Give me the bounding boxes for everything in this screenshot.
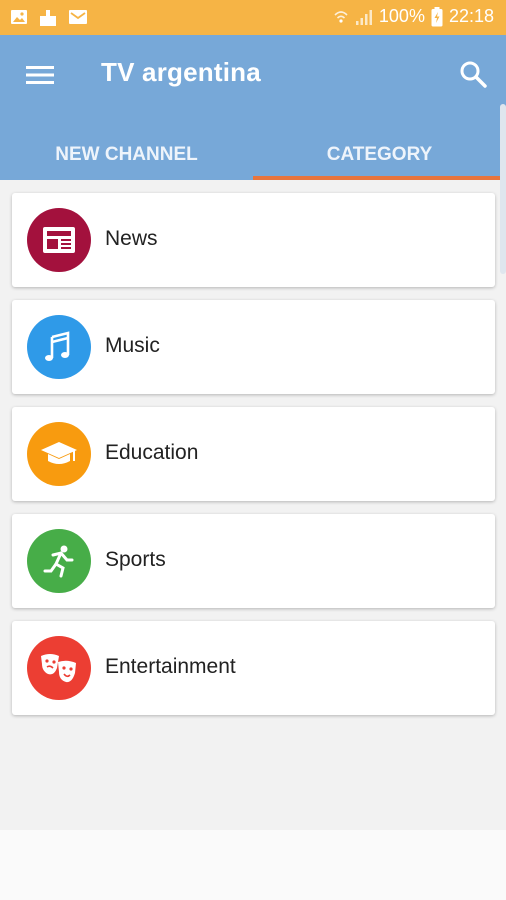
search-button[interactable] xyxy=(458,59,488,89)
category-label: Education xyxy=(105,441,199,464)
tab-new-channel[interactable]: NEW CHANNEL xyxy=(0,129,253,180)
signal-icon xyxy=(355,9,372,25)
category-card-sports[interactable]: Sports xyxy=(12,514,495,608)
status-bar: 100% 22:18 xyxy=(0,0,506,35)
category-label: Sports xyxy=(105,548,166,571)
tab-indicator xyxy=(253,176,506,180)
category-card-entertainment[interactable]: Entertainment xyxy=(12,621,495,715)
mail-icon xyxy=(69,10,87,24)
runner-icon xyxy=(43,545,74,578)
notification-icon xyxy=(40,10,56,26)
app-bar: TV argentina NEW CHANNEL CATEGORY xyxy=(0,35,506,180)
tab-category[interactable]: CATEGORY xyxy=(253,129,506,180)
status-bar-notifications xyxy=(10,8,88,28)
gallery-icon xyxy=(11,10,27,24)
graduation-cap-icon xyxy=(41,442,77,464)
hamburger-menu-icon xyxy=(26,66,54,84)
menu-button[interactable] xyxy=(26,63,54,87)
newspaper-icon xyxy=(43,227,75,253)
music-note-icon xyxy=(45,331,70,361)
tab-label: NEW CHANNEL xyxy=(55,143,198,165)
clock: 22:18 xyxy=(448,6,494,26)
category-icon-circle xyxy=(27,529,91,593)
scroll-edge xyxy=(500,104,506,274)
category-label: Music xyxy=(105,334,160,357)
search-icon xyxy=(460,61,487,88)
status-bar-system: 100% 22:18 xyxy=(333,6,494,27)
category-icon-circle xyxy=(27,208,91,272)
category-icon-circle xyxy=(27,636,91,700)
wifi-icon xyxy=(334,10,348,23)
bottom-area xyxy=(0,830,506,900)
tab-label: CATEGORY xyxy=(326,143,433,165)
battery-icon xyxy=(431,6,443,26)
category-card-education[interactable]: Education xyxy=(12,407,495,501)
category-card-music[interactable]: Music xyxy=(12,300,495,394)
category-label: Entertainment xyxy=(105,655,236,678)
category-icon-circle xyxy=(27,422,91,486)
battery-percent: 100% xyxy=(378,6,425,26)
app-title: TV argentina xyxy=(101,57,261,87)
category-card-news[interactable]: News xyxy=(12,193,495,287)
theater-masks-icon xyxy=(41,654,76,683)
category-list: News Music Education Sports Entertainmen… xyxy=(12,193,495,728)
category-icon-circle xyxy=(27,315,91,379)
category-label: News xyxy=(105,227,158,250)
tab-bar: NEW CHANNEL CATEGORY xyxy=(0,129,506,180)
